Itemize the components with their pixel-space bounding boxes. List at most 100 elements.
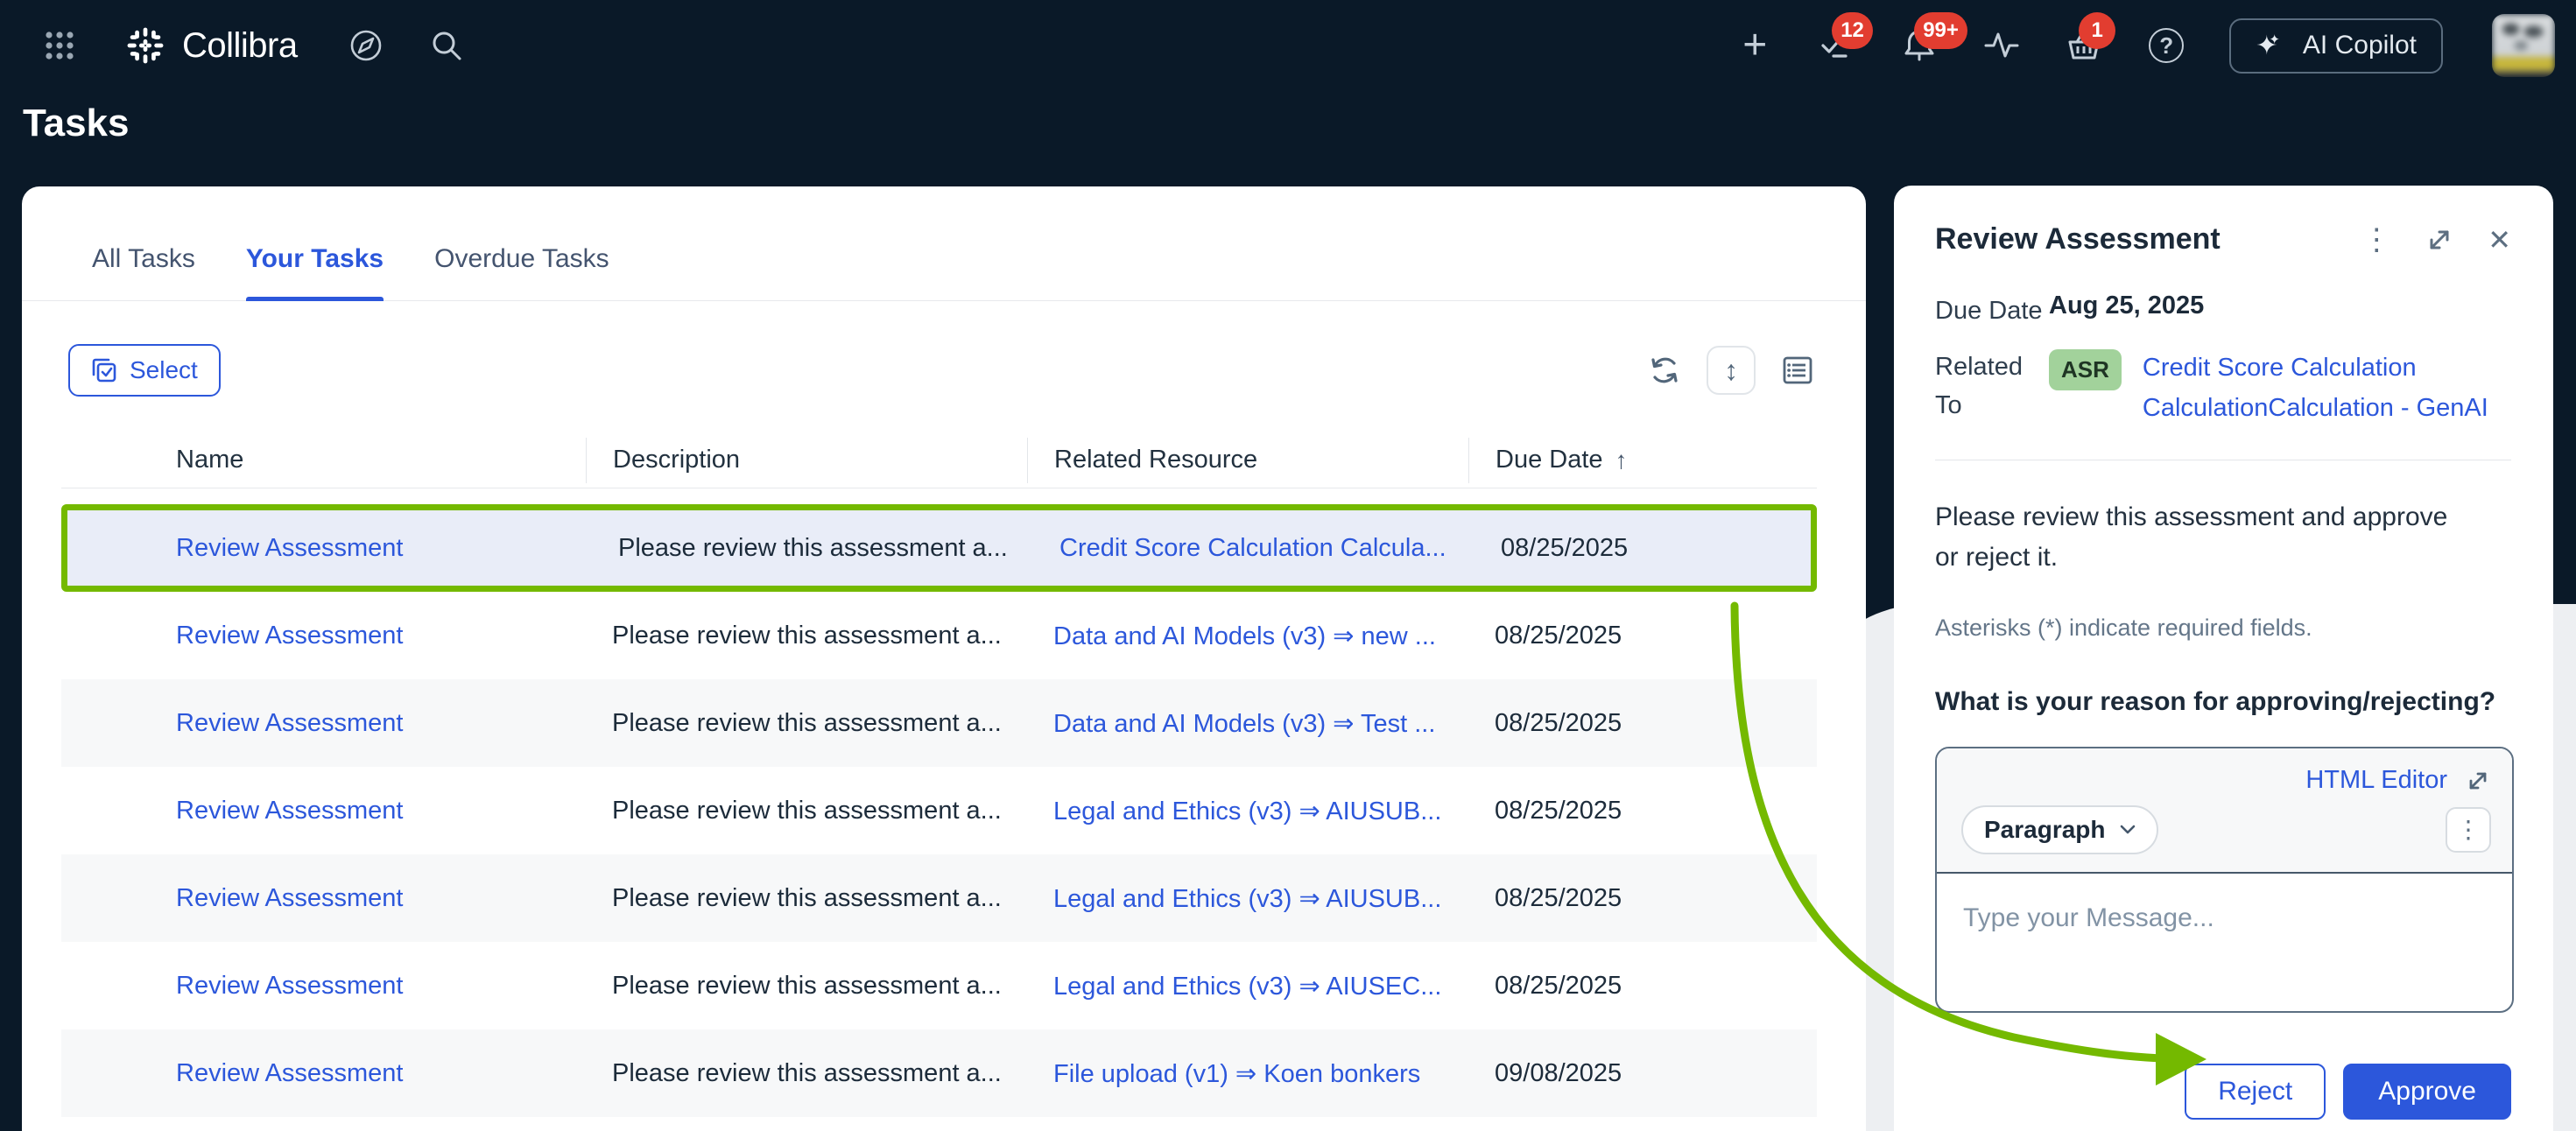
- basket-badge: 1: [2079, 12, 2115, 49]
- table-row[interactable]: Review Assessment Please review this ass…: [61, 767, 1817, 854]
- create-plus-icon[interactable]: +: [1735, 26, 1774, 65]
- explore-compass-icon[interactable]: [347, 26, 385, 65]
- panel-close-icon[interactable]: ✕: [2488, 223, 2511, 256]
- task-name-link[interactable]: Review Assessment: [176, 709, 404, 737]
- related-resource-link[interactable]: Legal and Ethics (v3) ⇒ AIUSUB...: [1053, 885, 1441, 913]
- review-assessment-panel: Review Assessment ⋮ ✕ Due Date Aug 25, 2…: [1894, 186, 2553, 1131]
- sparkle-icon: ✦✦: [2256, 31, 2289, 61]
- panel-expand-icon[interactable]: [2425, 225, 2454, 255]
- html-editor-link[interactable]: HTML Editor: [2305, 766, 2447, 795]
- tabs-bar: All Tasks Your Tasks Overdue Tasks: [22, 186, 1866, 301]
- tasks-badge: 12: [1832, 12, 1873, 49]
- related-resource-link[interactable]: Legal and Ethics (v3) ⇒ AIUSEC...: [1053, 973, 1441, 1001]
- task-name-link[interactable]: Review Assessment: [176, 972, 404, 1000]
- table-row[interactable]: Review Assessment Please review this ass…: [61, 504, 1817, 592]
- panel-description: Please review this assessment and approv…: [1935, 497, 2478, 578]
- due-date-cell: 08/25/2025: [1468, 972, 1817, 1001]
- reject-button[interactable]: Reject: [2185, 1064, 2326, 1120]
- task-description: Please review this assessment a...: [592, 534, 1033, 563]
- paragraph-style-value: Paragraph: [1984, 816, 2106, 844]
- panel-title: Review Assessment: [1935, 222, 2221, 256]
- table-row[interactable]: Review Assessment Please review this ass…: [61, 592, 1817, 679]
- due-date-cell: 08/25/2025: [1468, 884, 1817, 913]
- column-header-name[interactable]: Name: [61, 438, 586, 483]
- due-date-cell: 08/25/2025: [1468, 622, 1817, 650]
- due-date-value: Aug 25, 2025: [2049, 292, 2204, 330]
- task-name-link[interactable]: Review Assessment: [176, 622, 404, 650]
- due-date-cell: 08/25/2025: [1468, 797, 1817, 825]
- table-row[interactable]: Review Assessment Please review this ass…: [61, 679, 1817, 767]
- table-view-icon[interactable]: [1778, 351, 1817, 390]
- approve-button[interactable]: Approve: [2343, 1064, 2511, 1120]
- my-tasks-icon[interactable]: 12: [1818, 26, 1856, 65]
- paragraph-style-dropdown[interactable]: Paragraph: [1961, 805, 2158, 854]
- brand-name: Collibra: [182, 26, 298, 66]
- tab-overdue-tasks[interactable]: Overdue Tasks: [434, 244, 609, 300]
- due-date-label: Due Date: [1935, 292, 2049, 330]
- task-name-link[interactable]: Review Assessment: [176, 797, 404, 825]
- user-avatar[interactable]: [2492, 14, 2555, 77]
- due-date-cell: 08/25/2025: [1475, 534, 1811, 563]
- task-description: Please review this assessment a...: [586, 1059, 1027, 1088]
- related-resource-panel-link[interactable]: Credit Score Calculation CalculationCalc…: [2143, 348, 2511, 428]
- editor-more-options-button[interactable]: ⋮: [2446, 807, 2491, 853]
- avatar-image: [2492, 14, 2555, 77]
- task-description: Please review this assessment a...: [586, 797, 1027, 825]
- panel-kebab-menu-icon[interactable]: ⋮: [2361, 227, 2391, 253]
- table-row[interactable]: Review Assessment Please review this ass…: [61, 942, 1817, 1029]
- basket-icon[interactable]: 1: [2065, 26, 2103, 65]
- task-description: Please review this assessment a...: [586, 972, 1027, 1001]
- tasks-card: All Tasks Your Tasks Overdue Tasks Selec…: [22, 186, 1866, 1131]
- task-name-link[interactable]: Review Assessment: [176, 534, 404, 562]
- related-resource-link[interactable]: File upload (v1) ⇒ Koen bonkers: [1053, 1060, 1420, 1088]
- task-description: Please review this assessment a...: [586, 709, 1027, 738]
- app-launcher-icon[interactable]: [40, 26, 79, 65]
- select-checkbox-icon: [91, 357, 117, 383]
- activity-pulse-icon[interactable]: [1982, 26, 2021, 65]
- rich-text-editor: HTML Editor Paragraph: [1935, 747, 2514, 1013]
- refresh-icon[interactable]: [1645, 351, 1684, 390]
- column-header-due-date[interactable]: Due Date ↑: [1468, 438, 1817, 483]
- tab-all-tasks[interactable]: All Tasks: [92, 244, 195, 300]
- related-resource-link[interactable]: Data and AI Models (v3) ⇒ new ...: [1053, 622, 1436, 650]
- chevron-down-icon: [2120, 824, 2136, 836]
- related-to-label: Related To: [1935, 348, 2049, 425]
- search-icon[interactable]: [427, 26, 466, 65]
- column-header-related-resource[interactable]: Related Resource: [1027, 438, 1468, 483]
- select-button[interactable]: Select: [68, 344, 221, 397]
- due-date-cell: 08/25/2025: [1468, 709, 1817, 738]
- related-to-row: Related To ASR Credit Score Calculation …: [1935, 348, 2511, 428]
- table-row[interactable]: Review Assessment Please review this ass…: [61, 1029, 1817, 1117]
- notifications-bell-icon[interactable]: 99+: [1900, 26, 1939, 65]
- task-description: Please review this assessment a...: [586, 884, 1027, 913]
- message-input[interactable]: Type your Message...: [1937, 874, 2512, 963]
- asset-type-badge: ASR: [2049, 349, 2122, 390]
- related-resource-link[interactable]: Credit Score Calculation Calcula...: [1059, 534, 1446, 562]
- select-label: Select: [130, 356, 198, 384]
- help-icon[interactable]: ?: [2147, 26, 2185, 65]
- table-toolbar: Select ↕: [68, 340, 1817, 401]
- related-resource-link[interactable]: Legal and Ethics (v3) ⇒ AIUSUB...: [1053, 797, 1441, 825]
- ai-copilot-label: AI Copilot: [2303, 31, 2417, 60]
- task-description: Please review this assessment a...: [586, 622, 1027, 650]
- due-date-row: Due Date Aug 25, 2025: [1935, 292, 2511, 330]
- tab-your-tasks[interactable]: Your Tasks: [246, 244, 384, 300]
- reason-question-label: What is your reason for approving/reject…: [1935, 687, 2511, 717]
- task-name-link[interactable]: Review Assessment: [176, 884, 404, 912]
- task-name-link[interactable]: Review Assessment: [176, 1059, 404, 1087]
- required-fields-note: Asterisks (*) indicate required fields.: [1935, 615, 2511, 642]
- topbar: Collibra + 12: [0, 0, 2576, 91]
- collibra-logo-icon: [126, 26, 165, 65]
- editor-expand-icon[interactable]: [2465, 768, 2491, 794]
- related-resource-link[interactable]: Data and AI Models (v3) ⇒ Test ...: [1053, 710, 1435, 738]
- table-header: Name Description Related Resource Due Da…: [61, 432, 1817, 488]
- table-body: Review Assessment Please review this ass…: [61, 504, 1817, 1117]
- row-height-icon[interactable]: ↕: [1707, 346, 1756, 395]
- page-title: Tasks: [23, 102, 130, 145]
- ai-copilot-button[interactable]: ✦✦ AI Copilot: [2229, 18, 2443, 74]
- table-row[interactable]: Review Assessment Please review this ass…: [61, 854, 1817, 942]
- notifications-badge: 99+: [1914, 12, 1967, 49]
- sort-asc-icon[interactable]: ↑: [1615, 446, 1628, 474]
- due-date-cell: 09/08/2025: [1468, 1059, 1817, 1088]
- column-header-description[interactable]: Description: [586, 438, 1027, 483]
